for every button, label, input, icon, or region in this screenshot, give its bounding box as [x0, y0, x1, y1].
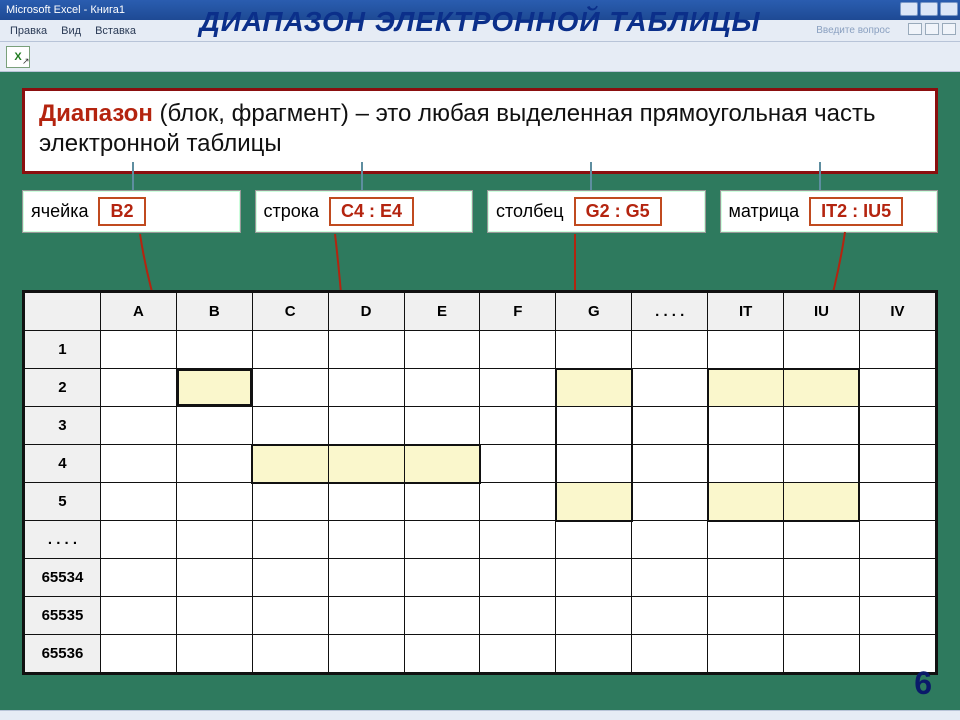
col-header: IU [784, 293, 860, 331]
row: . . . . [25, 521, 936, 559]
col-header: IT [708, 293, 784, 331]
cell-g2 [556, 369, 632, 407]
row: 65535 [25, 597, 936, 635]
row-header: 65535 [25, 597, 101, 635]
col-header: IV [859, 293, 935, 331]
column-headers-row: A B C D E F G . . . . IT IU IV [25, 293, 936, 331]
cell-it3 [708, 407, 784, 445]
row: 65536 [25, 635, 936, 673]
row: 1 [25, 331, 936, 369]
cell-g5 [556, 483, 632, 521]
cell-iu3 [784, 407, 860, 445]
row-header: 3 [25, 407, 101, 445]
help-search-hint[interactable]: Введите вопрос [816, 25, 890, 36]
row: 3 [25, 407, 936, 445]
row-header: 1 [25, 331, 101, 369]
cell-it4 [708, 445, 784, 483]
type-column: столбец G2 : G5 [487, 190, 706, 233]
cell-iu5 [784, 483, 860, 521]
type-row: строка C4 : E4 [255, 190, 474, 233]
close-button[interactable] [940, 2, 958, 16]
spreadsheet-grid: A B C D E F G . . . . IT IU IV 1 2 [22, 290, 938, 675]
row-header: . . . . [25, 521, 101, 559]
row: 65534 [25, 559, 936, 597]
cell-iu4 [784, 445, 860, 483]
cell-iu2 [784, 369, 860, 407]
row: 2 [25, 369, 936, 407]
type-matrix: матрица IT2 : IU5 [720, 190, 939, 233]
menubar-item[interactable]: Правка [10, 25, 47, 37]
window-buttons [900, 2, 958, 16]
cell-b2 [176, 369, 252, 407]
cell-it5 [708, 483, 784, 521]
excel-icon-glyph: X [14, 51, 21, 63]
col-header: G [556, 293, 632, 331]
type-label: матрица [729, 201, 800, 222]
connector-bracket [22, 162, 938, 192]
doc-restore-button[interactable] [925, 23, 939, 35]
row-header: 65534 [25, 559, 101, 597]
doc-minimize-button[interactable] [908, 23, 922, 35]
doc-close-button[interactable] [942, 23, 956, 35]
col-header: C [252, 293, 328, 331]
cell-it2 [708, 369, 784, 407]
maximize-button[interactable] [920, 2, 938, 16]
row-header: 4 [25, 445, 101, 483]
cell-g3 [556, 407, 632, 445]
cell-g4 [556, 445, 632, 483]
col-header: E [404, 293, 480, 331]
definition-text: (блок, фрагмент) – это любая выделенная … [39, 100, 876, 157]
types-row: ячейка B2 строка C4 : E4 столбец G2 : G5… [22, 190, 938, 233]
shortcut-arrow-icon: ↗ [22, 56, 30, 67]
type-ref: C4 : E4 [329, 197, 414, 226]
excel-menubar: Правка Вид Вставка Введите вопрос [0, 20, 960, 42]
row: 4 [25, 445, 936, 483]
type-ref: G2 : G5 [574, 197, 662, 226]
menubar-item[interactable]: Вид [61, 25, 81, 37]
col-header: D [328, 293, 404, 331]
type-ref: IT2 : IU5 [809, 197, 903, 226]
bottom-bar [0, 710, 960, 720]
row-header: 5 [25, 483, 101, 521]
type-label: строка [264, 201, 320, 222]
excel-icon-row: X ↗ [0, 42, 960, 72]
row: 5 [25, 483, 936, 521]
type-cell: ячейка B2 [22, 190, 241, 233]
type-label: столбец [496, 201, 564, 222]
row-header: 2 [25, 369, 101, 407]
minimize-button[interactable] [900, 2, 918, 16]
type-label: ячейка [31, 201, 88, 222]
cell-e4 [404, 445, 480, 483]
type-ref: B2 [98, 197, 145, 226]
cell-c4 [252, 445, 328, 483]
corner-cell [25, 293, 101, 331]
definition-term: Диапазон [39, 100, 153, 127]
col-header: F [480, 293, 556, 331]
menubar-item[interactable]: Вставка [95, 25, 136, 37]
cell-d4 [328, 445, 404, 483]
col-header: . . . . [632, 293, 708, 331]
document-window-buttons [908, 23, 956, 35]
page-number: 6 [914, 665, 932, 702]
excel-titlebar: Microsoft Excel - Книга1 [0, 0, 960, 20]
titlebar-text: Microsoft Excel - Книга1 [6, 4, 125, 16]
col-header: B [176, 293, 252, 331]
col-header: A [100, 293, 176, 331]
row-header: 65536 [25, 635, 101, 673]
